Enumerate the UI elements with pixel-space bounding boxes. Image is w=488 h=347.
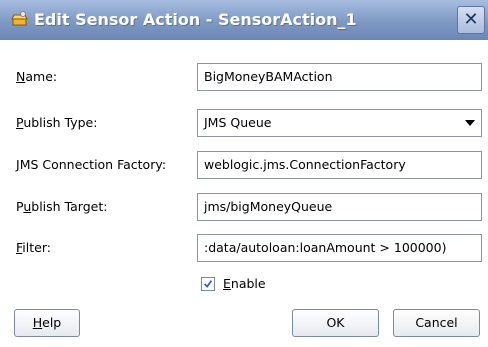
publish-target-label: Publish Target:: [16, 199, 108, 214]
publish-type-value: JMS Queue: [204, 115, 272, 130]
name-field[interactable]: BigMoneyBAMAction: [197, 63, 482, 91]
enable-label[interactable]: Enable: [223, 275, 266, 293]
publish-type-label: Publish Type:: [16, 115, 98, 130]
app-icon: [11, 11, 28, 26]
name-label: Name:: [16, 69, 58, 84]
filter-field[interactable]: :data/autoloan:loanAmount > 100000): [197, 234, 482, 262]
publish-target-row: Publish Target: jms/bigMoneyQueue: [0, 193, 488, 221]
filter-label: Filter:: [16, 240, 51, 255]
title-bar[interactable]: Edit Sensor Action - SensorAction_1 ✕: [0, 0, 488, 40]
cancel-button[interactable]: Cancel: [393, 309, 480, 337]
publish-target-field[interactable]: jms/bigMoneyQueue: [197, 193, 482, 221]
edit-sensor-action-dialog: Edit Sensor Action - SensorAction_1 ✕ Na…: [0, 0, 488, 347]
publish-type-row: Publish Type: JMS Queue: [0, 109, 488, 137]
jms-factory-row: JMS Connection Factory: weblogic.jms.Con…: [0, 151, 488, 179]
filter-row: Filter: :data/autoloan:loanAmount > 1000…: [0, 234, 488, 262]
chevron-down-icon[interactable]: [465, 120, 475, 126]
close-button[interactable]: ✕: [457, 6, 485, 34]
close-icon: ✕: [463, 9, 479, 30]
window-title: Edit Sensor Action - SensorAction_1: [34, 10, 357, 29]
publish-type-select[interactable]: JMS Queue: [197, 109, 482, 137]
enable-checkbox[interactable]: [201, 277, 215, 291]
check-icon: [203, 280, 213, 288]
name-row: Name: BigMoneyBAMAction: [0, 63, 488, 91]
jms-factory-field[interactable]: weblogic.jms.ConnectionFactory: [197, 151, 482, 179]
jms-factory-label: JMS Connection Factory:: [16, 157, 167, 172]
help-button[interactable]: Help: [14, 309, 80, 337]
ok-button[interactable]: OK: [292, 309, 379, 337]
